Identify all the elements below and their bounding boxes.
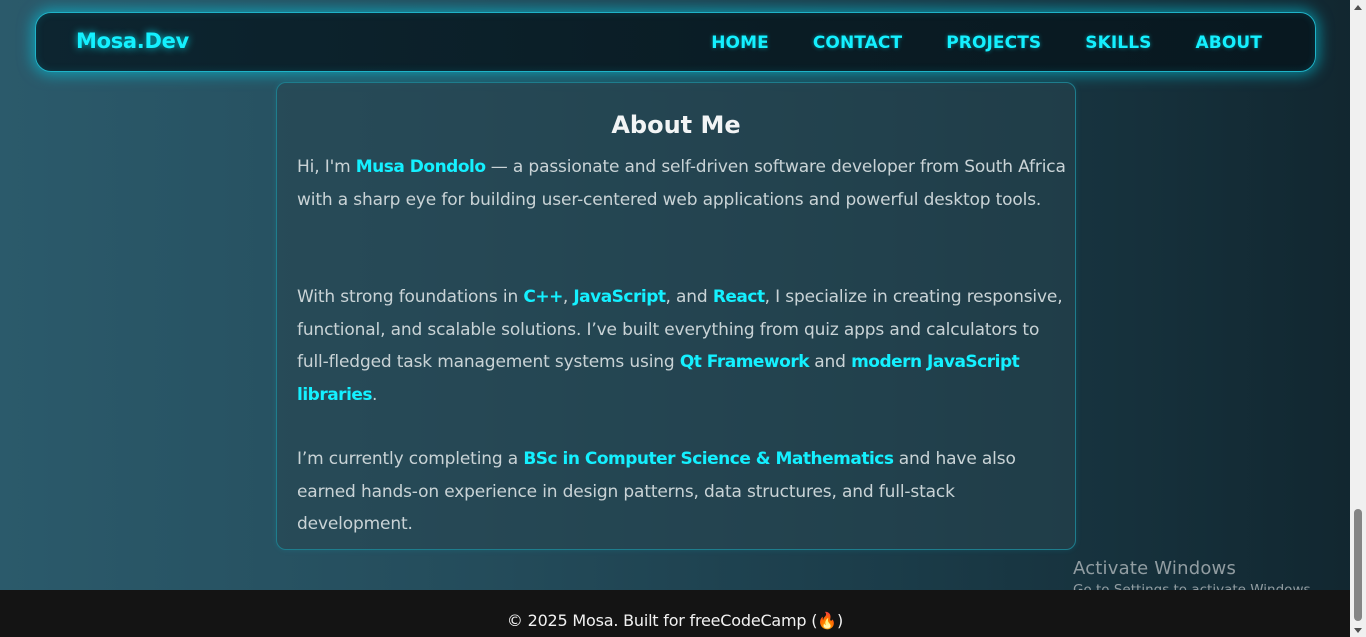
intro-text-1: Hi, I'm: [297, 157, 356, 177]
about-paragraph-skills: With strong foundations in C++, JavaScri…: [297, 281, 1067, 411]
scroll-up-arrow-icon[interactable]: [1350, 0, 1366, 14]
skills-text-5: and: [809, 352, 852, 372]
about-section: About Me Hi, I'm Musa Dondolo — a passio…: [276, 82, 1076, 550]
nav-link-contact[interactable]: CONTACT: [813, 33, 902, 53]
highlight-cpp: C++: [523, 287, 563, 307]
nav-link-about[interactable]: ABOUT: [1196, 33, 1262, 53]
footer: © 2025 Mosa. Built for freeCodeCamp (🔥): [0, 590, 1350, 637]
education-text-1: I’m currently completing a: [297, 449, 524, 469]
skills-text-1: With strong foundations in: [297, 287, 524, 307]
nav-link-home[interactable]: HOME: [711, 33, 769, 53]
nav-links: HOME CONTACT PROJECTS SKILLS ABOUT: [667, 33, 1262, 53]
nav-link-projects[interactable]: PROJECTS: [946, 33, 1041, 53]
navbar: Mosa.Dev HOME CONTACT PROJECTS SKILLS AB…: [35, 12, 1316, 72]
highlight-qt-framework: Qt Framework: [679, 352, 810, 372]
about-paragraph-education: I’m currently completing a BSc in Comput…: [297, 443, 1067, 541]
site-logo[interactable]: Mosa.Dev: [76, 29, 189, 53]
skills-text-6: .: [372, 384, 378, 405]
about-paragraph-intro: Hi, I'm Musa Dondolo — a passionate and …: [297, 151, 1067, 216]
highlight-name: Musa Dondolo: [355, 157, 486, 177]
page: Mosa.Dev HOME CONTACT PROJECTS SKILLS AB…: [0, 0, 1350, 637]
skills-text-2: ,: [562, 287, 574, 307]
scrollbar-thumb[interactable]: [1354, 509, 1362, 621]
highlight-javascript: JavaScript: [573, 287, 666, 307]
vertical-scrollbar[interactable]: [1350, 0, 1366, 637]
about-title: About Me: [611, 111, 741, 139]
highlight-react: React: [712, 287, 765, 307]
watermark-title: Activate Windows: [1073, 558, 1237, 579]
nav-link-skills[interactable]: SKILLS: [1085, 33, 1151, 53]
scroll-down-arrow-icon[interactable]: [1350, 623, 1366, 637]
skills-text-3: , and: [665, 287, 713, 307]
highlight-degree: BSc in Computer Science & Mathematics: [523, 449, 894, 469]
footer-copyright: © 2025 Mosa. Built for freeCodeCamp (🔥): [506, 611, 844, 630]
